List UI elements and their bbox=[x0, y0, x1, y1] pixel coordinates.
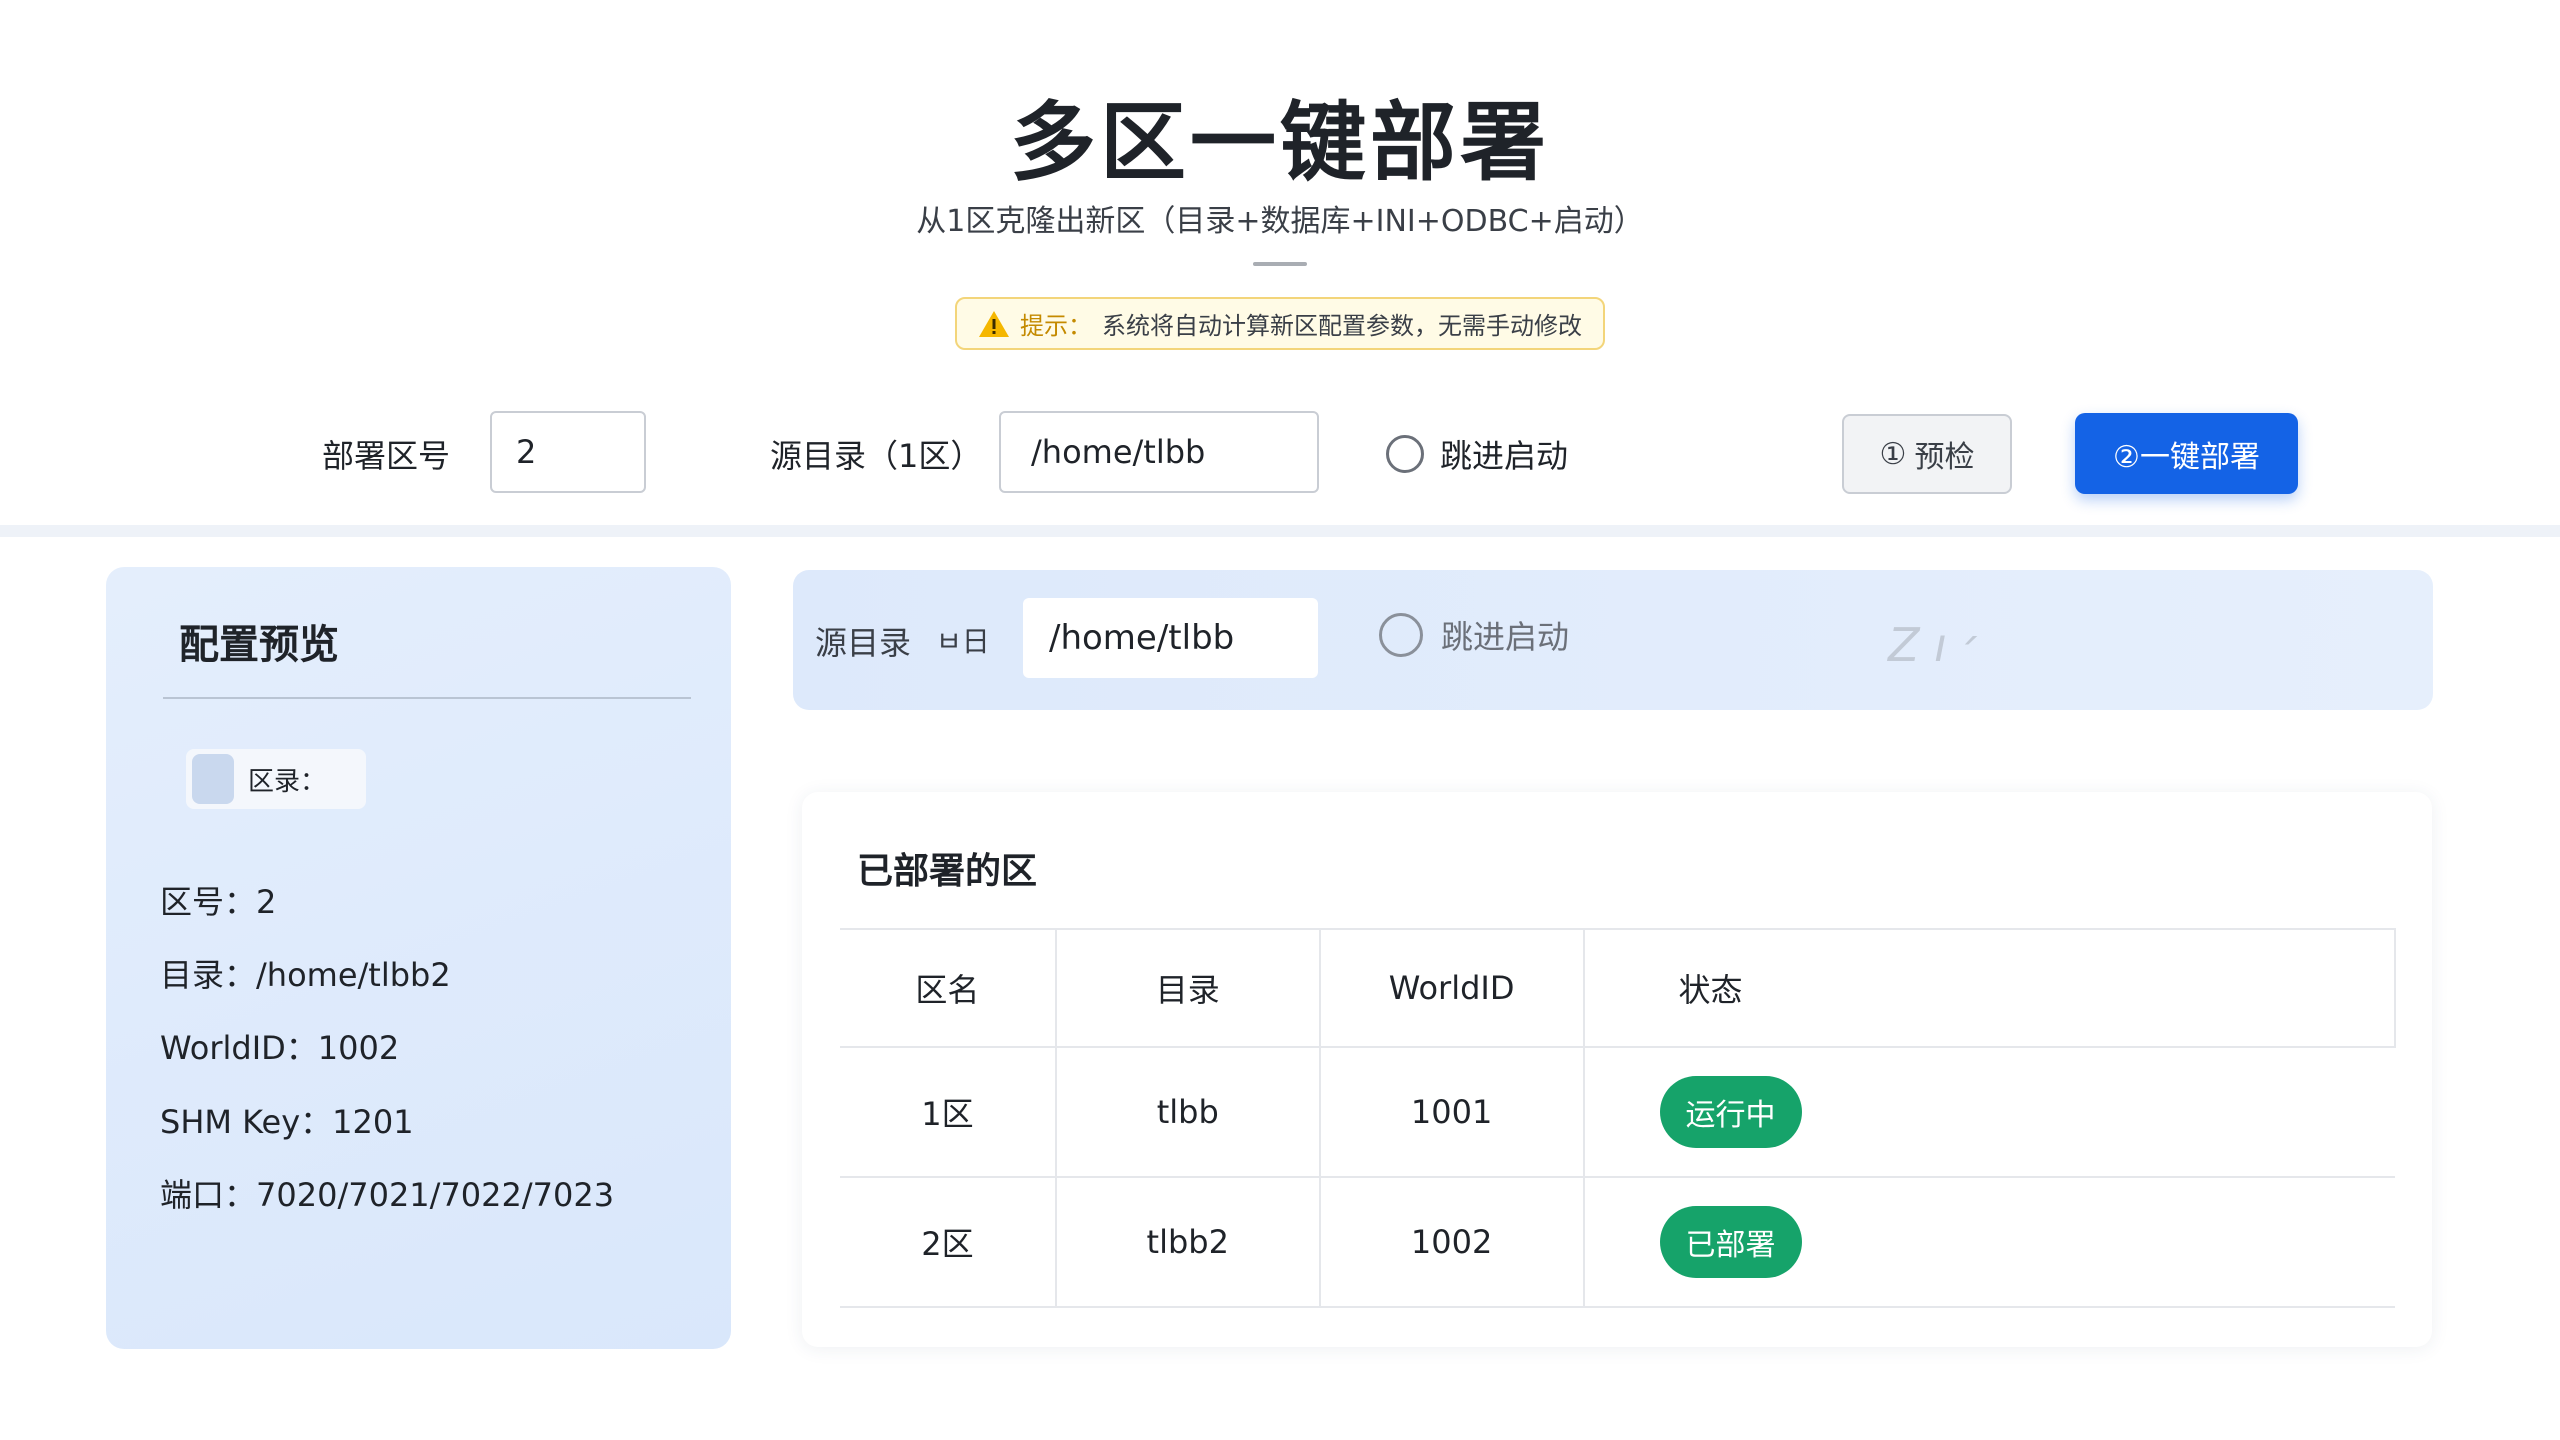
source-bar-label: 源目录 bbox=[815, 624, 912, 662]
zone-world-id-cell: 1001 bbox=[1319, 1047, 1585, 1178]
zone-world-id-cell: 1002 bbox=[1319, 1177, 1585, 1308]
source-dir-label: 源目录（1区） bbox=[770, 437, 983, 475]
preview-shm-key: SHM Key：1201 bbox=[160, 1103, 414, 1141]
source-bar-input[interactable]: /home/tlbb bbox=[1023, 598, 1318, 678]
faint-watermark: Z ı ׳ bbox=[1888, 618, 1981, 672]
dir-chip: 区录： bbox=[186, 749, 366, 809]
source-bar-skip-label: 跳进启动 bbox=[1441, 618, 1570, 656]
tip-label: 提示： bbox=[1020, 312, 1092, 340]
skip-start-label: 跳进启动 bbox=[1440, 437, 1569, 475]
source-dir-bar: 源目录 ㅂ日 /home/tlbb 跳进启动 Z ı ׳ bbox=[793, 570, 2433, 710]
source-bar-mini-label: ㅂ日 bbox=[936, 625, 990, 658]
status-badge: 已部署 bbox=[1659, 1206, 1802, 1278]
radio-circle-icon bbox=[1386, 435, 1424, 473]
config-preview-panel: 配置预览 区录： 区号：2 目录：/home/tlbb2 WorldID：100… bbox=[106, 567, 731, 1349]
tip-banner: 提示： 系统将自动计算新区配置参数，无需手动修改 bbox=[955, 297, 1605, 350]
warning-icon bbox=[979, 310, 1009, 337]
page-title: 多区一键部署 bbox=[1010, 93, 1550, 193]
precheck-button[interactable]: ① 预检 bbox=[1842, 414, 2012, 494]
column-header: 状态 bbox=[1583, 928, 2397, 1048]
zone-status-cell: 运行中 bbox=[1583, 1047, 2395, 1178]
status-badge: 运行中 bbox=[1659, 1076, 1802, 1148]
precheck-label: 预检 bbox=[1914, 440, 1975, 475]
preview-dir: 目录：/home/tlbb2 bbox=[160, 956, 451, 994]
zone-dir-cell: tlbb bbox=[1055, 1047, 1321, 1178]
zone-dir-cell: tlbb2 bbox=[1055, 1177, 1321, 1308]
section-divider bbox=[0, 525, 2560, 537]
zone-name-cell: 1区 bbox=[840, 1047, 1057, 1178]
deployed-zones-panel: 已部署的区 区名 目录 WorldID 状态 1区 tlbb 1001 运行中 … bbox=[802, 792, 2432, 1347]
column-header: WorldID bbox=[1319, 928, 1585, 1048]
one-click-deploy-button[interactable]: ②一键部署 bbox=[2075, 413, 2298, 494]
deployed-zones-table: 区名 目录 WorldID 状态 1区 tlbb 1001 运行中 2区 tlb… bbox=[840, 928, 2397, 1308]
circled-one-icon: ① bbox=[1879, 436, 1907, 472]
column-header: 区名 bbox=[840, 928, 1057, 1048]
preview-ports: 端口：7020/7021/7022/7023 bbox=[160, 1176, 615, 1214]
zone-name-cell: 2区 bbox=[840, 1177, 1057, 1308]
skip-start-radio[interactable]: 跳进启动 bbox=[1386, 431, 1568, 477]
source-dir-input[interactable]: /home/tlbb bbox=[999, 411, 1319, 493]
deployed-title: 已部署的区 bbox=[857, 851, 1038, 892]
preview-divider bbox=[163, 697, 691, 699]
table-row: 2区 tlbb2 1002 已部署 bbox=[840, 1177, 2395, 1308]
chip-label: 区录： bbox=[248, 766, 327, 797]
zone-number-label: 部署区号 bbox=[322, 437, 451, 475]
page-header: 多区一键部署 从1区克隆出新区（目录+数据库+INI+ODBC+启动） 提示： … bbox=[0, 0, 2560, 400]
column-header: 目录 bbox=[1055, 928, 1321, 1048]
title-divider bbox=[1253, 262, 1307, 266]
table-row: 1区 tlbb 1001 运行中 bbox=[840, 1047, 2395, 1178]
source-bar-skip-start-radio[interactable]: 跳进启动 bbox=[1379, 612, 1569, 658]
page-subtitle: 从1区克隆出新区（目录+数据库+INI+ODBC+启动） bbox=[916, 204, 1644, 239]
preview-title: 配置预览 bbox=[179, 622, 339, 668]
zone-status-cell: 已部署 bbox=[1583, 1177, 2395, 1308]
preview-world-id: WorldID：1002 bbox=[160, 1029, 400, 1067]
radio-circle-icon bbox=[1379, 613, 1423, 657]
preview-zone: 区号：2 bbox=[160, 883, 277, 921]
tip-text: 系统将自动计算新区配置参数，无需手动修改 bbox=[1102, 312, 1582, 340]
deploy-toolbar: 部署区号 2 源目录（1区） /home/tlbb 跳进启动 ① 预检 ②一键部… bbox=[0, 400, 2560, 510]
table-header-row: 区名 目录 WorldID 状态 bbox=[840, 928, 2397, 1048]
chip-swatch bbox=[192, 754, 234, 804]
zone-number-input[interactable]: 2 bbox=[490, 411, 646, 493]
